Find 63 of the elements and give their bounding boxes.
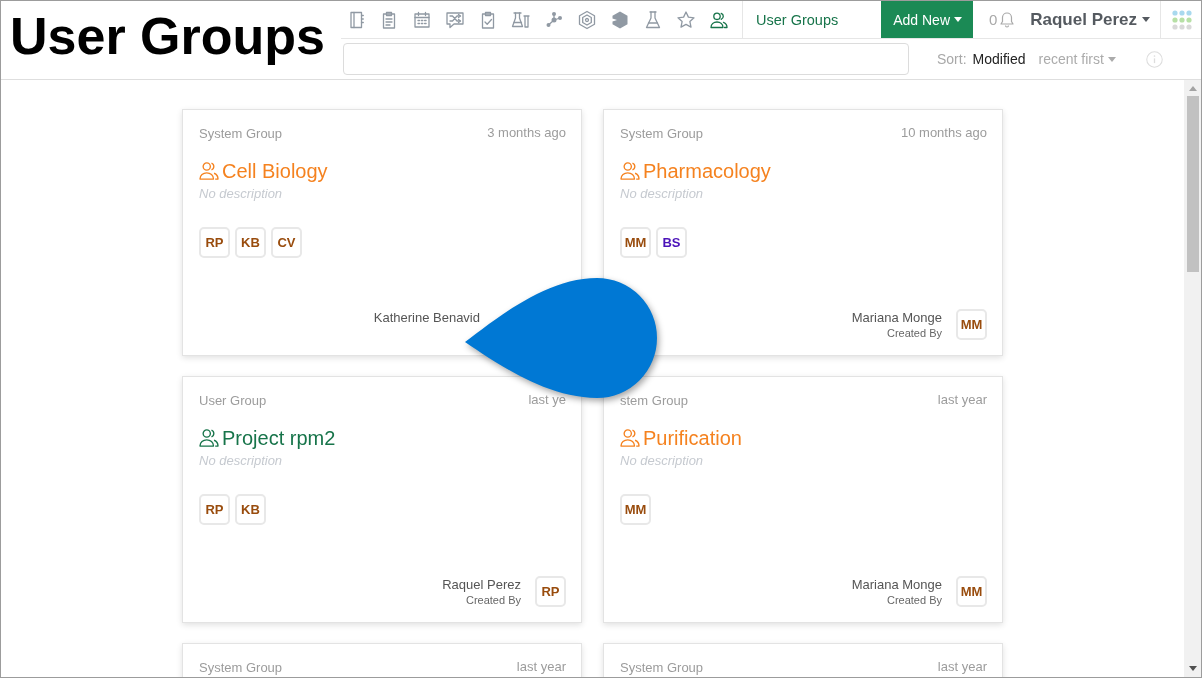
- user-group-icon: [199, 162, 219, 180]
- group-type-label: User Group: [199, 393, 267, 409]
- member-avatar[interactable]: MM: [620, 494, 651, 525]
- modified-time: 10 months ago: [901, 126, 987, 140]
- modified-time: last year: [937, 660, 987, 674]
- search-field[interactable]: [343, 43, 909, 75]
- scroll-down-icon[interactable]: [1188, 666, 1197, 671]
- caret-icon: [1107, 56, 1116, 62]
- sort-field-link[interactable]: Modified: [972, 51, 1026, 67]
- hexagon-icon[interactable]: [577, 9, 597, 30]
- network-nodes-icon[interactable]: [544, 9, 564, 30]
- chat-shuffle-icon[interactable]: [445, 9, 465, 30]
- created-by-label: Created By: [886, 325, 942, 340]
- user-group-icon: [199, 429, 219, 447]
- lab-flask-icon[interactable]: [511, 9, 531, 30]
- group-type-label: System Group: [620, 126, 704, 142]
- creator-name: Mariana Monge: [851, 309, 942, 326]
- modified-time: last ye: [528, 393, 566, 407]
- flask-icon[interactable]: [643, 9, 663, 30]
- group-type-label: System Group: [199, 126, 283, 142]
- notification-count: 0: [988, 11, 998, 28]
- group-type-label: System Group: [620, 660, 704, 676]
- creator-avatar[interactable]: MM: [956, 576, 987, 607]
- member-avatar[interactable]: KB: [235, 494, 266, 525]
- scrollbar-thumb[interactable]: [1186, 96, 1199, 272]
- modified-time: last year: [516, 660, 566, 674]
- description-text: No description: [199, 185, 284, 203]
- add-new-button[interactable]: Add New: [881, 1, 973, 38]
- page-label: User Groups: [755, 11, 840, 28]
- created-by-label: Created By: [465, 592, 521, 607]
- user-group-icon: [620, 162, 640, 180]
- calendar-icon[interactable]: [412, 9, 432, 30]
- member-avatar[interactable]: RP: [199, 494, 230, 525]
- hexagon-solid-icon[interactable]: [610, 9, 630, 30]
- creator-name: Raquel Perez: [442, 576, 521, 593]
- member-avatar[interactable]: KB: [235, 227, 266, 258]
- member-avatar[interactable]: CV: [271, 227, 302, 258]
- bell-icon[interactable]: [1000, 11, 1015, 28]
- apps-grid-icon[interactable]: [1172, 9, 1192, 30]
- member-avatar[interactable]: RP: [199, 227, 230, 258]
- scrollbar-track[interactable]: [1184, 80, 1201, 677]
- modified-time: last year: [937, 393, 987, 407]
- caret-icon: [1142, 17, 1150, 22]
- member-avatar[interactable]: MM: [620, 227, 651, 258]
- description-text: No description: [620, 185, 705, 203]
- description-text: No description: [199, 452, 284, 470]
- modified-time: 3 months ago: [487, 126, 566, 140]
- creator-avatar[interactable]: MM: [956, 309, 987, 340]
- group-title-link[interactable]: Project rpm2: [222, 425, 336, 451]
- member-avatar[interactable]: BS: [656, 227, 687, 258]
- group-type-label: System Group: [199, 660, 283, 676]
- creator-name: Mariana Monge: [851, 576, 942, 593]
- group-type-label: stem Group: [620, 393, 688, 409]
- caret-icon: [954, 17, 962, 22]
- creator-avatar[interactable]: RP: [535, 576, 566, 607]
- sort-label: Sort:: [937, 51, 967, 67]
- description-text: No description: [620, 452, 705, 470]
- creator-name: Katherine Benavid: [373, 309, 480, 326]
- scroll-up-icon[interactable]: [1188, 86, 1197, 91]
- user-group-icon: [620, 429, 640, 447]
- star-icon[interactable]: [676, 9, 696, 30]
- created-by-label: Created By: [886, 592, 942, 607]
- user-menu-button[interactable]: Raquel Perez: [1030, 9, 1150, 30]
